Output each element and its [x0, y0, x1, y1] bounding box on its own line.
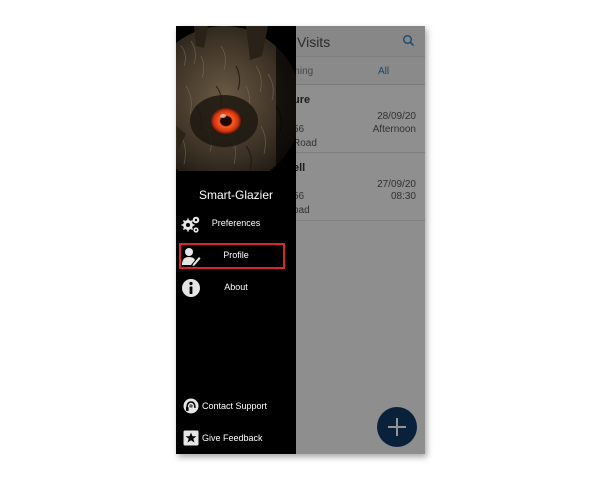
phone-screen: Visits oming All ure 56 Road 28/09/20 Af…: [176, 26, 425, 454]
menu-item-preferences[interactable]: Preferences: [176, 211, 296, 237]
owl-header-image: [176, 26, 296, 171]
menu-item-label: About: [224, 282, 248, 292]
menu-item-profile[interactable]: Profile: [176, 243, 296, 269]
user-edit-icon: [182, 248, 201, 266]
navigation-drawer: Smart-Glazier Preferences Profile About …: [176, 26, 296, 454]
star-icon: [183, 430, 199, 446]
contact-support-label: Contact Support: [202, 401, 268, 411]
menu-item-label: Preferences: [211, 218, 261, 228]
app-brand-name: Smart-Glazier: [198, 188, 273, 202]
headset-icon: [183, 398, 199, 414]
contact-support-link[interactable]: Contact Support: [176, 396, 296, 418]
gears-icon: [181, 216, 200, 233]
menu-item-about[interactable]: About: [176, 275, 296, 301]
info-icon: [182, 279, 200, 297]
menu-item-label: Profile: [223, 250, 249, 260]
give-feedback-link[interactable]: Give Feedback: [176, 428, 296, 450]
give-feedback-label: Give Feedback: [202, 433, 263, 443]
